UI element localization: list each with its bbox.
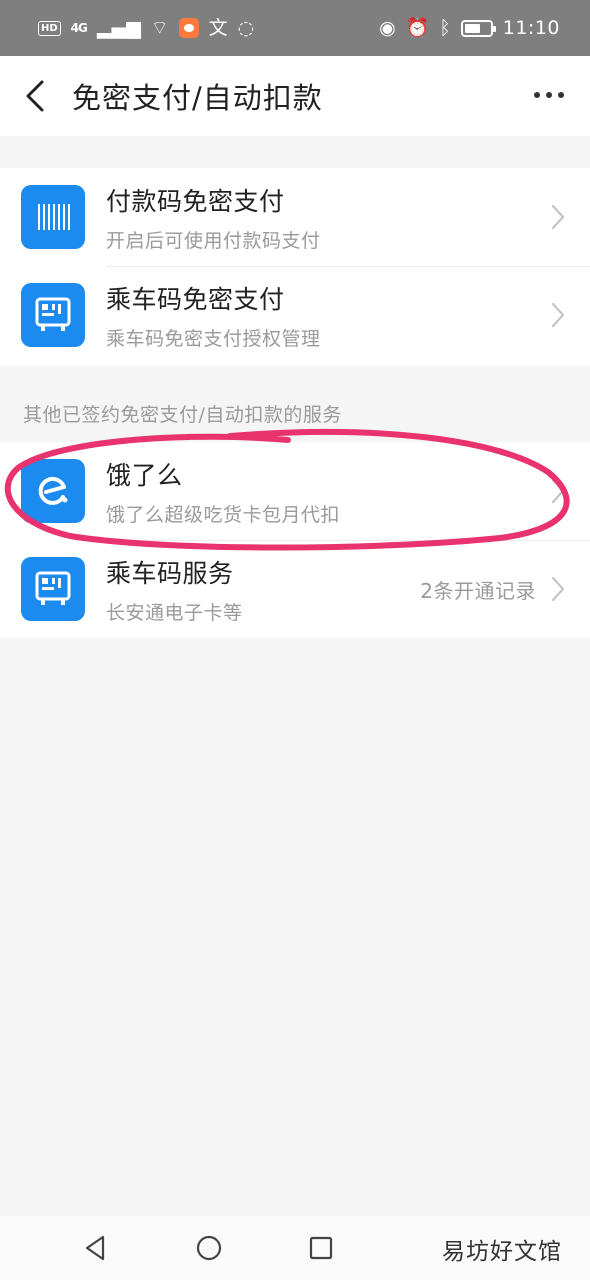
section-header: 其他已签约免密支付/自动扣款的服务 [23,404,342,426]
wifi-icon: ⌔ [150,16,169,39]
chevron-left-icon [26,80,44,112]
signal-icon: ▂▄▆ [96,16,141,39]
list-item-subtitle: 饿了么超级吃货卡包月代扣 [106,503,341,526]
barcode-icon [21,185,85,249]
nav-home-button[interactable] [179,1223,239,1273]
list-item-eleme[interactable]: 饿了么 饿了么超级吃货卡包月代扣 [0,442,590,540]
eleme-logo-icon [21,459,85,523]
battery-icon [460,19,496,37]
back-button[interactable] [0,56,70,136]
list-item-title: 饿了么 [106,460,183,490]
list-item-title: 乘车码服务 [106,558,234,588]
network-indicator: 4G [70,21,88,35]
list-item-subtitle: 长安通电子卡等 [106,601,243,624]
triangle-back-icon [86,1235,105,1261]
page-title: 免密支付/自动扣款 [72,81,323,115]
list-item-transit-service[interactable]: 乘车码服务 长安通电子卡等 2条开通记录 [0,540,590,638]
chevron-right-icon [550,203,566,231]
app-notification-icon [178,18,199,38]
list-item-subtitle: 乘车码免密支付授权管理 [106,327,321,350]
status-bar: HD 4G ▂▄▆ ⌔ 文 ◌ ◉ ⏰ ᛒ 11:10 [0,0,590,56]
payment-settings-list: 付款码免密支付 开启后可使用付款码支付 乘车码免密支付 乘车码免密支付授权管理 [0,168,590,366]
nav-recents-button[interactable] [291,1223,351,1273]
circle-home-icon [196,1235,221,1261]
transit-qr-icon [21,557,85,621]
list-item-subtitle: 开启后可使用付款码支付 [106,229,321,252]
translate-icon: 文 [208,16,228,39]
list-item-transit-code[interactable]: 乘车码免密支付 乘车码免密支付授权管理 [0,266,590,364]
bluetooth-icon: ᛒ [439,16,451,39]
alarm-icon: ⏰ [405,16,430,39]
more-horizontal-icon [534,92,540,98]
list-item-payment-code[interactable]: 付款码免密支付 开启后可使用付款码支付 [0,168,590,266]
chevron-right-icon [550,575,566,603]
watermark-text: 易坊好文馆 [442,1239,562,1265]
signed-services-list: 饿了么 饿了么超级吃货卡包月代扣 乘车码服务 长安通电子卡等 2条开通记录 [0,442,590,638]
more-button[interactable] [526,80,572,110]
list-item-title: 付款码免密支付 [106,186,285,216]
hd-indicator: HD [38,20,61,36]
clock: 11:10 [502,17,560,39]
navigation-header: 免密支付/自动扣款 [0,56,590,136]
transit-qr-icon [21,283,85,347]
records-count: 2条开通记录 [420,578,536,603]
chevron-right-icon [550,477,566,505]
chevron-right-icon [550,301,566,329]
eye-icon: ◉ [379,16,396,39]
list-item-title: 乘车码免密支付 [106,284,285,314]
nav-back-button[interactable] [66,1223,126,1273]
message-icon: ◌ [237,16,255,39]
square-recents-icon [310,1236,333,1260]
